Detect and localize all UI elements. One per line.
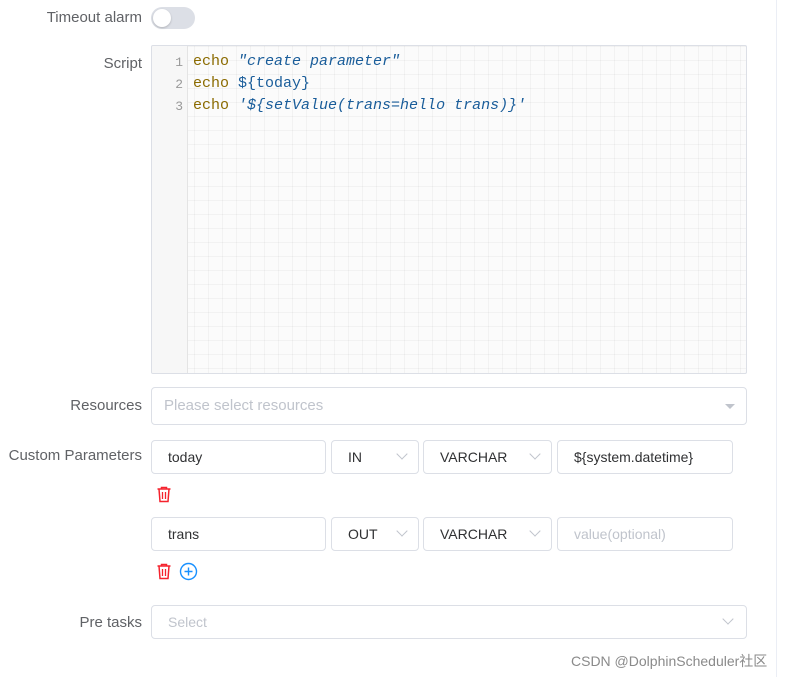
script-label: Script <box>103 55 142 72</box>
timeout-alarm-label: Timeout alarm <box>46 9 142 26</box>
code-string: "create parameter" <box>238 53 401 70</box>
code-line: echo ${today} <box>193 75 310 92</box>
chevron-down-icon <box>396 448 408 460</box>
line-number: 3 <box>175 99 183 114</box>
chevron-down-icon <box>722 613 734 625</box>
script-editor[interactable]: 1 echo "create parameter" 2 echo ${today… <box>151 45 747 374</box>
param-direction-select[interactable]: IN <box>331 440 419 474</box>
code-keyword: echo <box>193 53 230 70</box>
param-value-text: ${system.datetime} <box>574 449 694 465</box>
line-number-gutter <box>152 46 188 373</box>
timeout-alarm-switch[interactable] <box>151 7 195 29</box>
param-name-input[interactable]: trans <box>151 517 326 551</box>
param-type-select[interactable]: VARCHAR <box>423 440 552 474</box>
resources-label: Resources <box>70 397 142 414</box>
line-number: 2 <box>175 77 183 92</box>
param-name-input[interactable]: today <box>151 440 326 474</box>
param-value-input[interactable]: ${system.datetime} <box>557 440 733 474</box>
panel-right-border <box>776 0 777 677</box>
plus-circle-icon[interactable] <box>179 562 198 586</box>
param-name-value: today <box>168 449 203 465</box>
param-type-value: VARCHAR <box>440 526 508 542</box>
code-keyword: echo <box>193 97 230 114</box>
code-line: echo '${setValue(trans=hello trans)}' <box>193 97 526 114</box>
caret-down-icon <box>725 404 735 409</box>
pre-tasks-label: Pre tasks <box>79 614 142 631</box>
param-type-value: VARCHAR <box>440 449 508 465</box>
resources-placeholder: Please select resources <box>164 397 324 414</box>
param-direction-value: IN <box>348 449 362 465</box>
param-direction-value: OUT <box>348 526 378 542</box>
code-variable: ${today} <box>238 75 311 92</box>
param-direction-select[interactable]: OUT <box>331 517 419 551</box>
custom-parameters-label: Custom Parameters <box>8 447 142 464</box>
trash-icon[interactable] <box>155 485 173 508</box>
switch-knob <box>153 9 171 27</box>
chevron-down-icon <box>396 525 408 537</box>
resources-select[interactable]: Please select resources <box>151 387 747 425</box>
trash-icon[interactable] <box>155 562 173 585</box>
code-string: '${setValue(trans=hello trans)}' <box>238 97 527 114</box>
chevron-down-icon <box>529 525 541 537</box>
pre-tasks-select[interactable]: Select <box>151 605 747 639</box>
param-value-input[interactable]: value(optional) <box>557 517 733 551</box>
watermark-text: CSDN @DolphinScheduler社区 <box>571 653 768 669</box>
code-keyword: echo <box>193 75 230 92</box>
chevron-down-icon <box>529 448 541 460</box>
line-number: 1 <box>175 55 183 70</box>
param-type-select[interactable]: VARCHAR <box>423 517 552 551</box>
param-value-placeholder: value(optional) <box>574 526 666 542</box>
param-name-value: trans <box>168 526 200 542</box>
pre-tasks-placeholder: Select <box>168 614 207 630</box>
code-line: echo "create parameter" <box>193 53 400 70</box>
